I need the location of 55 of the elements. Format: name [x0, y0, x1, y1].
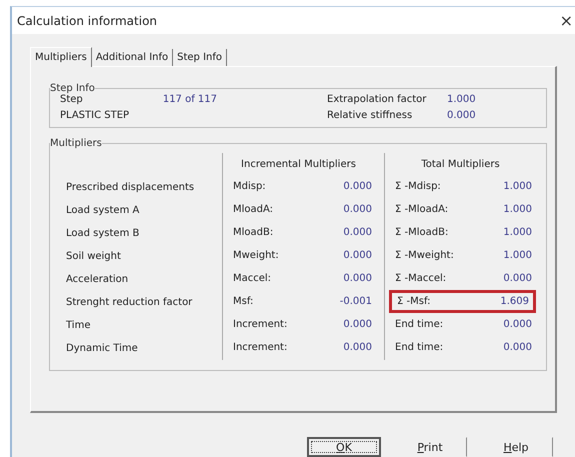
- multiplier-label: MloadB:: [233, 227, 274, 238]
- multiplier-value: 0.000: [343, 250, 372, 261]
- row-label: Soil weight: [66, 251, 121, 262]
- field-label: Extrapolation factor: [327, 94, 428, 105]
- row-label: Load system B: [66, 228, 140, 239]
- row-label: Prescribed displacements: [66, 182, 194, 193]
- multiplier-label: Mdisp:: [233, 181, 266, 192]
- column-heading: Incremental Multipliers: [240, 158, 357, 172]
- row-label: Load system A: [66, 205, 140, 216]
- multiplier-label: Σ -MloadA:: [395, 204, 448, 215]
- field-value: 0.000: [447, 110, 477, 121]
- multiplier-label: Increment:: [233, 319, 288, 330]
- multiplier-value: 0.000: [503, 342, 532, 353]
- multiplier-label: Mweight:: [233, 250, 279, 261]
- group-title: Step Info: [50, 83, 95, 94]
- multiplier-value: -0.001: [340, 296, 372, 307]
- group-title: Multipliers: [50, 138, 102, 149]
- multiplier-value: 0.000: [343, 227, 372, 238]
- multiplier-label: Σ -Msf:: [397, 296, 430, 307]
- multiplier-value: 0.000: [343, 204, 372, 215]
- phase-label: PLASTIC STEP: [60, 110, 130, 121]
- column-heading: Total Multipliers: [420, 158, 501, 172]
- multiplier-label: Σ -Maccel:: [395, 273, 446, 284]
- multiplier-value: 0.000: [503, 273, 532, 284]
- multiplier-value: 1.609: [500, 296, 529, 307]
- dialog-button[interactable]: OK: [307, 437, 381, 457]
- multiplier-value: 0.000: [343, 181, 372, 192]
- step-label: Step: [60, 94, 84, 105]
- row-label: Time: [66, 320, 90, 331]
- multiplier-label: Σ -Mdisp:: [395, 181, 441, 192]
- row-label: Strenght reduction factor: [66, 297, 192, 308]
- multiplier-value: 1.000: [503, 250, 532, 261]
- close-button[interactable]: ×: [560, 11, 575, 30]
- multiplier-label: Σ -Mweight:: [395, 250, 454, 261]
- field-label: Relative stiffness: [327, 110, 414, 121]
- multiplier-label: MloadA:: [233, 204, 274, 215]
- field-value: 1.000: [447, 94, 477, 105]
- row-label: Acceleration: [66, 274, 128, 285]
- multiplier-value: 0.000: [343, 342, 372, 353]
- multiplier-label: Σ -MloadB:: [395, 227, 448, 238]
- multiplier-value: 0.000: [343, 273, 372, 284]
- multiplier-label: Maccel:: [233, 273, 272, 284]
- multiplier-label: Increment:: [233, 342, 288, 353]
- tab[interactable]: Multipliers: [30, 47, 92, 67]
- multiplier-value: 1.000: [503, 227, 532, 238]
- step-value: 117 of 117: [162, 94, 217, 105]
- multiplier-label: Msf:: [233, 296, 254, 307]
- multiplier-label: End time:: [395, 342, 444, 353]
- multiplier-value: 0.000: [343, 319, 372, 330]
- window-title: Calculation information: [17, 14, 158, 28]
- multiplier-value: 1.000: [503, 181, 532, 192]
- multiplier-value: 0.000: [503, 319, 532, 330]
- multiplier-value: 1.000: [503, 204, 532, 215]
- row-label: Dynamic Time: [66, 343, 138, 354]
- multiplier-label: End time:: [395, 319, 444, 330]
